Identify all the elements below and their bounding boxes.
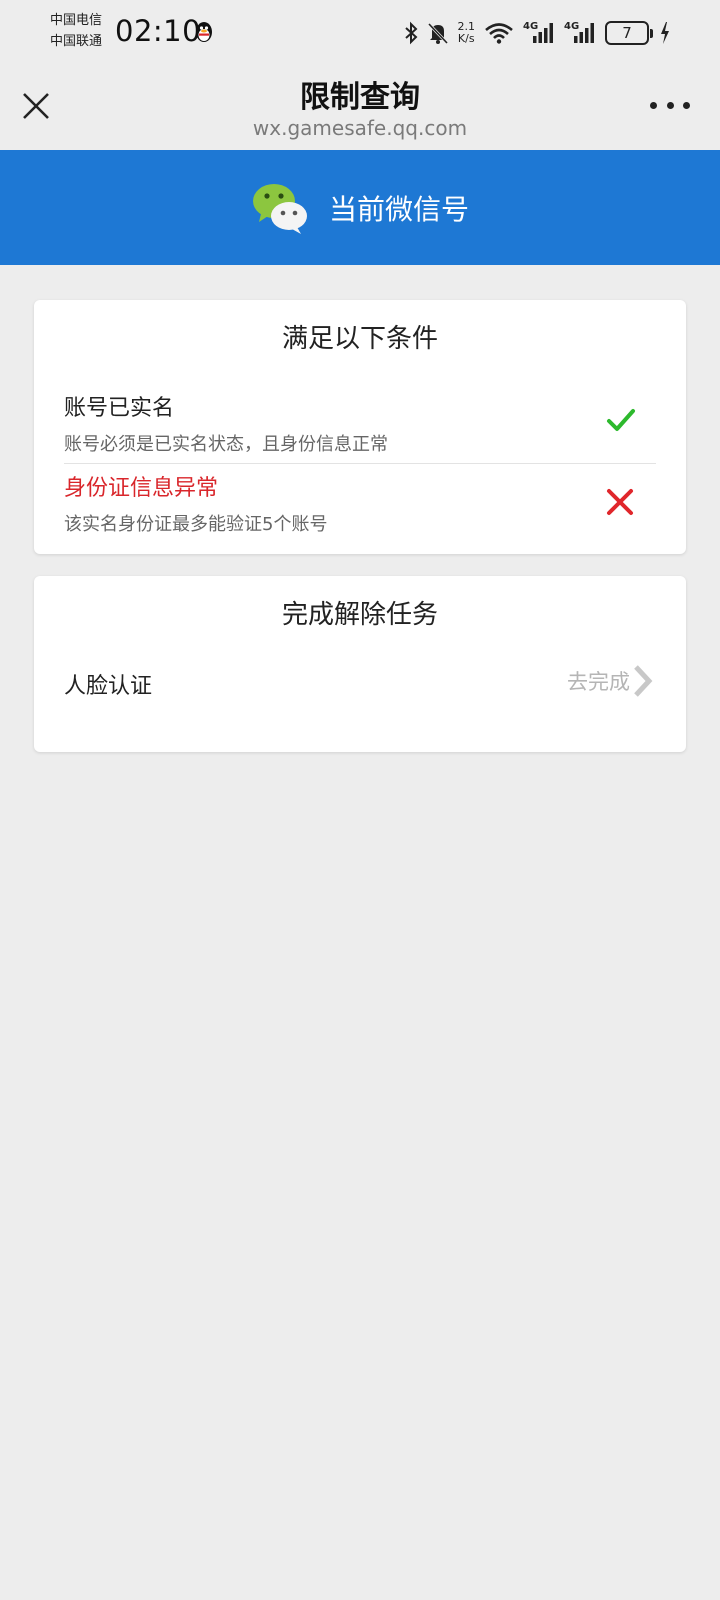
battery-indicator: 7 [605, 21, 653, 45]
signal-2: 4G [564, 21, 596, 45]
condition-item-real-name: 账号已实名 账号必须是已实名状态，且身份信息正常 [64, 390, 656, 460]
network-speed-unit: K/s [457, 32, 475, 45]
page-domain: wx.gamesafe.qq.com [252, 116, 468, 140]
current-account-label: 当前微信号 [328, 192, 469, 226]
account-banner: 当前微信号 [0, 150, 720, 265]
mute-bell-icon [427, 22, 448, 45]
status-icons: 2.1 K/s 4G 4G 7 [404, 18, 671, 48]
conditions-card: 满足以下条件 账号已实名 账号必须是已实名状态，且身份信息正常 身份证信息异常 … [34, 300, 686, 554]
cross-icon [607, 489, 633, 515]
nav-bar: 限制查询 wx.gamesafe.qq.com [0, 62, 720, 150]
task-go-complete-button[interactable]: 去完成 [567, 664, 654, 698]
signal-bars-1-icon [533, 23, 553, 43]
page-title: 限制查询 [300, 80, 420, 115]
condition-title: 账号已实名 [64, 396, 175, 421]
check-icon [607, 409, 635, 431]
carrier-1: 中国电信 [50, 13, 103, 28]
tasks-card: 完成解除任务 人脸认证 去完成 [34, 576, 686, 752]
task-face-verification-label: 人脸认证 [64, 674, 153, 699]
condition-description: 账号必须是已实名状态，且身份信息正常 [64, 434, 388, 455]
more-dot-icon [650, 101, 657, 109]
tasks-card-title: 完成解除任务 [281, 600, 438, 630]
network-speed: 2.1 K/s [458, 21, 476, 45]
clock: 02:10 [115, 14, 202, 48]
carrier-labels: 中国电信 中国联通 [50, 10, 102, 52]
status-bar: 中国电信 中国联通 02:10 2.1 K/s 4G 4G 7 [0, 0, 720, 62]
task-action-label: 去完成 [567, 670, 630, 694]
condition-description: 该实名身份证最多能验证5个账号 [64, 514, 328, 535]
more-options-button[interactable] [650, 98, 690, 112]
charging-bolt-icon [661, 22, 669, 44]
signal-bars-2-icon [574, 23, 594, 43]
wifi-icon [485, 23, 513, 44]
bluetooth-icon [404, 21, 417, 45]
more-dot-icon [666, 101, 674, 109]
chevron-right-icon [634, 665, 653, 697]
conditions-card-title: 满足以下条件 [281, 324, 438, 354]
condition-item-id-info: 身份证信息异常 该实名身份证最多能验证5个账号 [64, 470, 656, 540]
condition-divider [64, 463, 656, 464]
wechat-icon [252, 183, 307, 234]
carrier-2: 中国联通 [50, 34, 103, 49]
condition-title: 身份证信息异常 [64, 476, 219, 501]
signal-1: 4G [523, 21, 555, 45]
more-dot-icon [683, 101, 690, 109]
qq-penguin-icon [196, 22, 212, 42]
